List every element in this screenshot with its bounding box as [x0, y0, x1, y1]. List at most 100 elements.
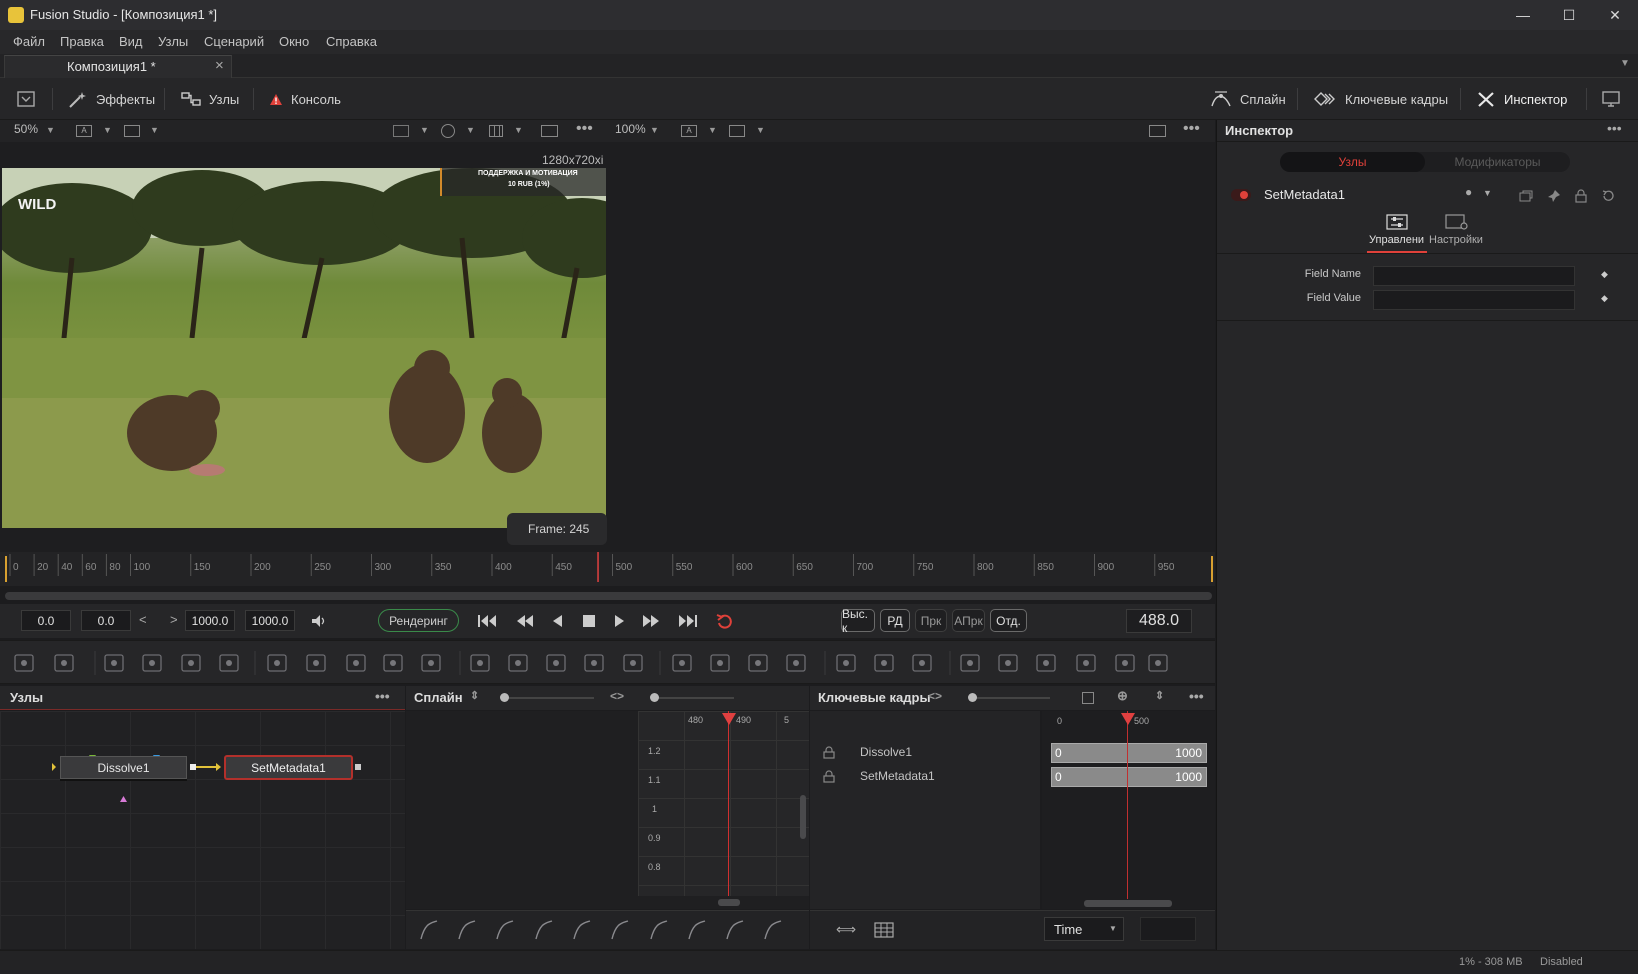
play-reverse-icon[interactable] — [550, 613, 564, 629]
subtab-controls[interactable]: Управлени — [1367, 212, 1427, 254]
lut-icon[interactable] — [729, 125, 745, 137]
render-end-field[interactable]: 1000.0 — [185, 610, 235, 631]
quality-prx-button[interactable]: Прк — [915, 609, 947, 632]
stop-icon[interactable] — [582, 614, 596, 628]
version-dot-icon[interactable]: ● — [1465, 185, 1472, 199]
linear-icon[interactable] — [458, 920, 476, 940]
keyframes-button[interactable]: Ключевые кадры — [1313, 78, 1448, 120]
transform-icon[interactable] — [623, 654, 643, 672]
curves-icon[interactable] — [346, 654, 366, 672]
audio-icon[interactable] — [310, 613, 328, 629]
fit-timeline-icon[interactable]: ⟺ — [836, 921, 856, 938]
brightness-icon[interactable] — [306, 654, 326, 672]
menu-window[interactable]: Окно — [279, 34, 309, 49]
go-to-end-icon[interactable] — [677, 613, 699, 629]
light-icon[interactable] — [1148, 654, 1168, 672]
fastnoise-icon[interactable] — [142, 654, 162, 672]
chevron-down-icon[interactable]: ▼ — [650, 125, 659, 135]
horizontal-scrollbar[interactable] — [1084, 900, 1172, 907]
step-out-icon[interactable] — [573, 920, 591, 940]
keyframe-diamond-icon[interactable]: ◆ — [1601, 269, 1608, 280]
timeline-scrollbar[interactable] — [5, 592, 1212, 600]
frame-icon[interactable] — [1149, 125, 1166, 137]
node-dissolve[interactable]: Dissolve1 — [60, 756, 187, 779]
go-to-start-icon[interactable] — [476, 613, 498, 629]
viewer-area[interactable]: 1280x720xi WILD ПОДДЕРЖКА И МОТИВАЦИЯ 10… — [0, 142, 1215, 552]
particle-icon[interactable] — [267, 654, 287, 672]
menu-edit[interactable]: Правка — [60, 34, 104, 49]
horizontal-scrollbar[interactable] — [718, 899, 740, 906]
tab-modifiers[interactable]: Модификаторы — [1425, 152, 1570, 172]
global-start-field[interactable]: 0.0 — [21, 610, 71, 631]
keyframes-timeline[interactable]: 0 500 0 1000 0 1000 — [1042, 711, 1215, 909]
track-dissolve[interactable]: Dissolve1 — [810, 742, 1040, 764]
playhead-marker[interactable] — [722, 713, 736, 725]
time-value-field[interactable] — [1140, 917, 1196, 941]
render3d-icon[interactable] — [998, 654, 1018, 672]
ease-icon[interactable] — [726, 920, 744, 940]
render-button[interactable]: Рендеринг — [378, 609, 459, 632]
saver-icon[interactable] — [508, 654, 528, 672]
pin-icon[interactable] — [1547, 189, 1561, 203]
quality-aprx-button[interactable]: АПрк — [952, 609, 985, 632]
time-ruler[interactable]: 0 20 40 60 80 100 150 200 250 300 350 400 450 500 550 6… — [0, 552, 1215, 586]
step-in-icon[interactable] — [535, 920, 553, 940]
fit-horizontal-icon[interactable]: <> — [928, 689, 942, 703]
more-options-icon[interactable]: ••• — [1189, 688, 1204, 704]
chevron-down-icon[interactable]: ▼ — [756, 125, 765, 135]
keyframe-diamond-icon[interactable]: ◆ — [1601, 293, 1608, 304]
chevron-down-icon[interactable]: ▼ — [103, 125, 112, 135]
fit-icon[interactable] — [1082, 692, 1094, 704]
spline-button[interactable]: Сплайн — [1210, 78, 1286, 120]
quality-mb-button[interactable]: РД — [880, 609, 910, 632]
tab-overflow-icon[interactable]: ▼ — [1620, 58, 1630, 69]
track-setmetadata[interactable]: SetMetadata1 — [810, 766, 1040, 788]
select-icon[interactable] — [764, 920, 782, 940]
viewer-zoom-left[interactable]: 50% — [14, 122, 38, 136]
zoom-slider-right[interactable] — [650, 693, 734, 702]
keyframe-bar-dissolve[interactable]: 0 1000 — [1051, 743, 1207, 763]
zoom-icon[interactable]: ⊕ — [1117, 688, 1128, 704]
particles-emitter-icon[interactable] — [836, 654, 856, 672]
step-back-icon[interactable]: < — [139, 612, 147, 627]
reset-icon[interactable] — [1601, 189, 1615, 203]
loader-icon[interactable] — [470, 654, 490, 672]
loop-icon[interactable] — [715, 613, 737, 629]
keyframes-zoom-slider[interactable] — [968, 693, 1050, 702]
chevron-down-icon[interactable]: ▼ — [150, 125, 159, 135]
keyframe-bar-setmetadata[interactable]: 0 1000 — [1051, 767, 1207, 787]
shape3d-icon[interactable] — [960, 654, 980, 672]
more-options-icon[interactable]: ••• — [1607, 120, 1622, 136]
bspline-icon[interactable] — [786, 654, 806, 672]
chevron-down-icon[interactable]: ▼ — [1483, 188, 1492, 198]
channel-icon[interactable]: A — [681, 125, 697, 137]
blur-icon[interactable] — [421, 654, 441, 672]
playhead-marker[interactable] — [1121, 713, 1135, 725]
playhead-line[interactable] — [728, 711, 729, 896]
step-forward-icon[interactable]: > — [170, 612, 178, 627]
node-setmetadata[interactable]: SetMetadata1 — [224, 755, 353, 780]
field-name-input[interactable] — [1373, 266, 1575, 286]
polygon-icon[interactable] — [748, 654, 768, 672]
keyframes-tracks[interactable]: Dissolve1 SetMetadata1 — [810, 711, 1040, 909]
tab-composition[interactable]: Композиция1 * × — [4, 55, 232, 78]
more-options-icon[interactable]: ••• — [1183, 120, 1200, 138]
chevron-down-icon[interactable]: ▼ — [708, 125, 717, 135]
particles-style-icon[interactable] — [912, 654, 932, 672]
sort-icon[interactable]: ⇕ — [1155, 689, 1164, 702]
menu-nodes[interactable]: Узлы — [158, 34, 188, 49]
table-icon[interactable] — [874, 922, 894, 938]
node-enable-toggle[interactable] — [1231, 189, 1251, 201]
play-icon[interactable] — [613, 613, 627, 629]
spline-graph[interactable]: 480 490 5 1.2 1.1 1 0.9 0.8 — [406, 711, 809, 909]
channel-icon[interactable]: A — [76, 125, 92, 137]
invert-icon[interactable] — [496, 920, 514, 940]
particles-render-icon[interactable] — [874, 654, 894, 672]
layout-toggle-button[interactable] — [17, 78, 35, 120]
merge3d-icon[interactable] — [546, 654, 566, 672]
viewer-zoom-right[interactable]: 100% — [615, 122, 646, 136]
fast-forward-icon[interactable] — [641, 613, 661, 629]
time-stretch-icon[interactable] — [650, 920, 668, 940]
tab-close-icon[interactable]: × — [215, 57, 224, 74]
menu-view[interactable]: Вид — [119, 34, 143, 49]
